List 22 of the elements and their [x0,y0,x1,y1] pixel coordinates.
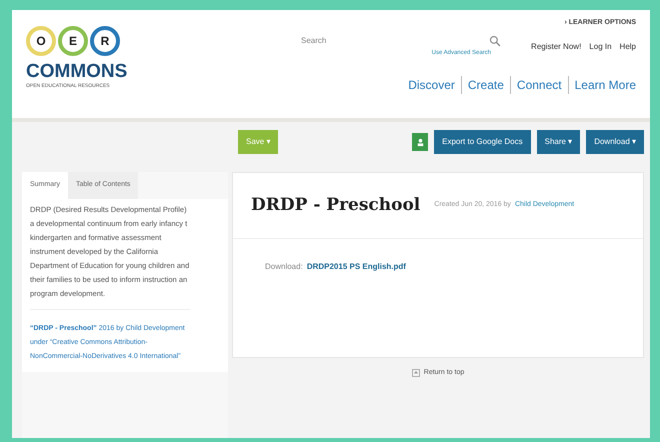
nav-link[interactable]: Discover [408,76,455,94]
export-button[interactable]: Export to Google Docs [434,130,531,154]
share-button[interactable]: Share ▾ [536,130,580,154]
header-link[interactable]: Help [620,40,636,52]
person-icon [416,138,425,146]
nav-link[interactable]: Connect [510,76,562,94]
person-icon-button[interactable] [412,133,428,151]
header-link[interactable]: Log In [589,40,612,52]
file-link[interactable]: DRDP2015 PS English.pdf [306,261,406,273]
resource-title: DRDP - Preschool [251,194,420,217]
search-field[interactable]: Search [301,34,451,46]
header-link[interactable]: Register Now! [531,40,582,52]
download-button[interactable]: Download ▾ [586,130,644,154]
nav-link[interactable]: Create [460,76,504,94]
logo-ring: E [58,26,88,56]
download-label: Download: [265,261,303,273]
logo-ring: R [90,26,120,56]
arrow-up-icon [412,369,420,378]
logo-ring: O [26,26,56,56]
nav-link[interactable]: Learn More [568,76,636,94]
search-icon [489,34,501,46]
logo-wordmark: COMMONS [26,62,128,81]
